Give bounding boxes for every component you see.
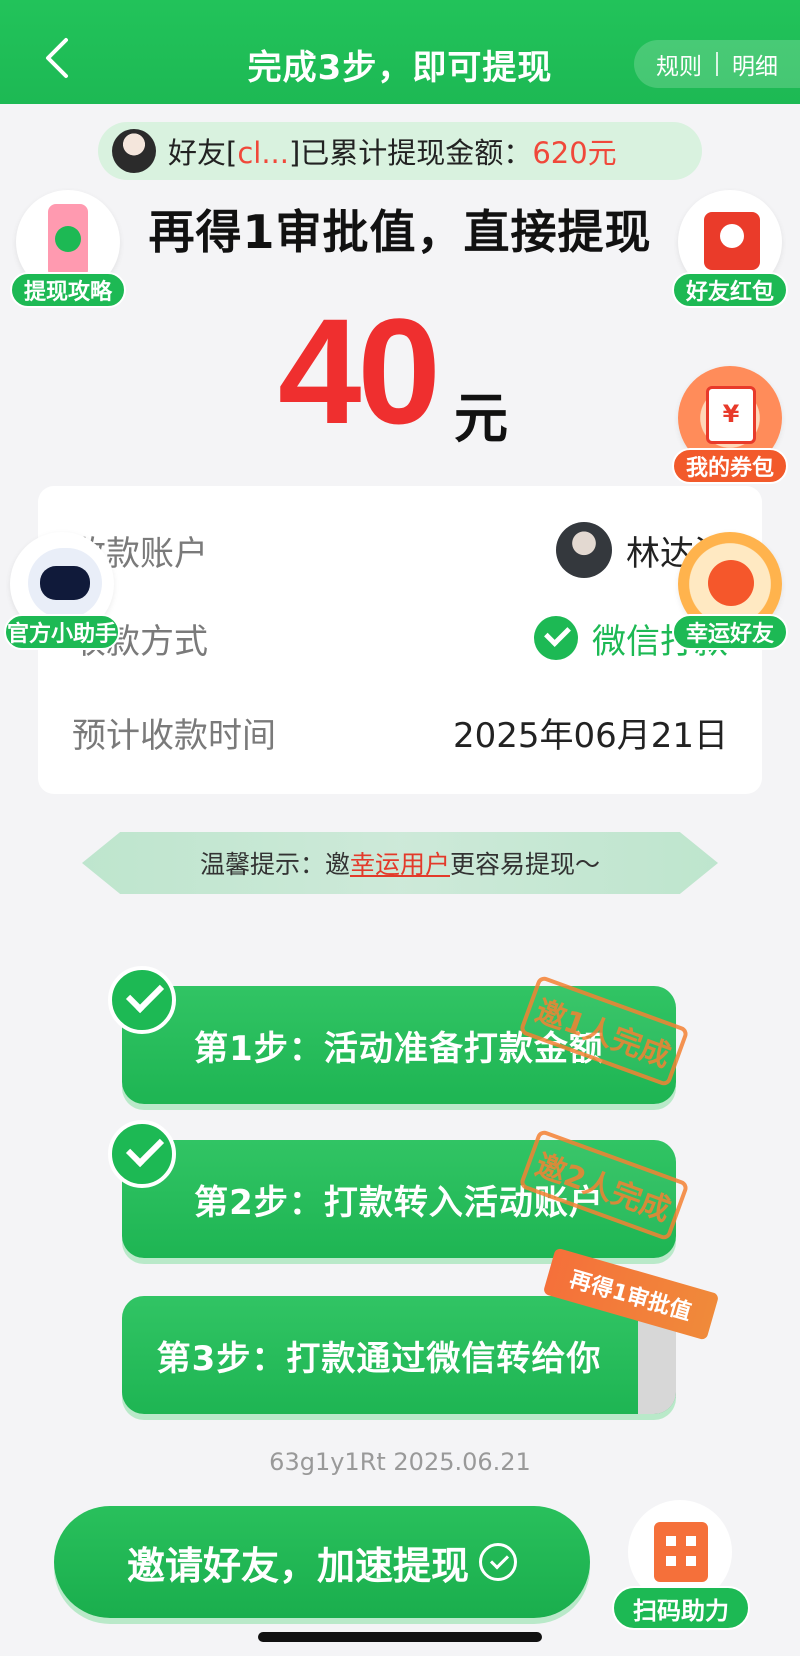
method-row: 收款方式 微信打款 bbox=[72, 608, 728, 668]
invite-friends-button[interactable]: 邀请好友，加速提现 bbox=[54, 1506, 590, 1618]
wechat-pay-icon bbox=[534, 616, 578, 660]
lucky-friend-button[interactable]: 幸运好友 bbox=[672, 532, 788, 650]
scan-help-label: 扫码助力 bbox=[612, 1586, 750, 1630]
withdraw-amount: 40 bbox=[278, 287, 441, 455]
divider bbox=[716, 52, 718, 76]
banner-text: 好友[cl...]已累计提现金额：620元 bbox=[168, 136, 617, 170]
float-label: 提现攻略 bbox=[10, 272, 126, 308]
qr-code-icon bbox=[654, 1522, 708, 1582]
friend-withdraw-banner: 好友[cl...]已累计提现金额：620元 bbox=[98, 122, 702, 180]
lucky-user-link[interactable]: 幸运用户 bbox=[350, 845, 450, 881]
friend-avatar bbox=[112, 129, 156, 173]
check-icon bbox=[108, 966, 176, 1034]
float-label: 我的券包 bbox=[672, 448, 788, 484]
amount-unit: 元 bbox=[454, 387, 508, 450]
lucky-user-icon bbox=[708, 560, 754, 606]
robot-icon bbox=[28, 548, 102, 618]
header-actions: 规则 明细 bbox=[634, 40, 800, 88]
time-row: 预计收款时间 2025年06月21日 bbox=[72, 702, 728, 762]
red-envelope-icon bbox=[704, 212, 760, 270]
home-indicator[interactable] bbox=[258, 1632, 542, 1642]
tip-banner: 温馨提示：邀 幸运用户 更容易提现～ bbox=[82, 832, 718, 894]
float-label: 好友红包 bbox=[672, 272, 788, 308]
friend-name: cl... bbox=[237, 136, 289, 170]
details-link[interactable]: 明细 bbox=[732, 47, 778, 81]
footer-id: 63g1y1Rt 2025.06.21 bbox=[269, 1448, 531, 1476]
account-avatar bbox=[556, 522, 612, 578]
check-icon bbox=[108, 1120, 176, 1188]
my-coupons-button[interactable]: ¥ 我的券包 bbox=[672, 366, 788, 484]
scan-help-button[interactable]: 扫码助力 bbox=[612, 1500, 750, 1630]
phone-icon bbox=[48, 204, 88, 278]
rules-link[interactable]: 规则 bbox=[656, 47, 702, 81]
float-label: 幸运好友 bbox=[672, 614, 788, 650]
row-label: 预计收款时间 bbox=[72, 715, 276, 756]
friend-amount: 620元 bbox=[532, 136, 617, 170]
expected-date: 2025年06月21日 bbox=[452, 715, 728, 756]
wechat-icon bbox=[479, 1543, 517, 1581]
header-bar: 完成3步，即可提现 规则 明细 bbox=[0, 0, 800, 104]
coupon-icon: ¥ bbox=[706, 386, 756, 444]
official-helper-button[interactable]: 官方小助手 bbox=[4, 532, 120, 650]
account-card: 收款账户 林达浩 收款方式 微信打款 预计收款时间 2025年06月21日 bbox=[38, 486, 762, 794]
withdraw-guide-button[interactable]: 提现攻略 bbox=[10, 190, 126, 308]
account-row: 收款账户 林达浩 bbox=[72, 520, 728, 580]
friend-redpack-button[interactable]: 好友红包 bbox=[672, 190, 788, 308]
step-3: 第3步：打款通过微信转给你 bbox=[122, 1296, 676, 1414]
invite-label: 邀请好友，加速提现 bbox=[126, 1543, 469, 1588]
float-label: 官方小助手 bbox=[4, 614, 120, 650]
